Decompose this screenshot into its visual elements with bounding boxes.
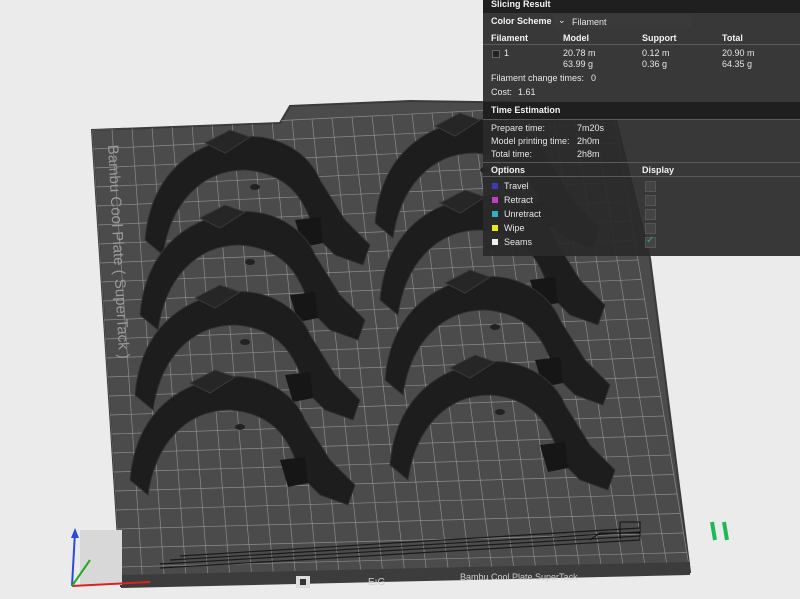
filament-color-swatch (492, 50, 500, 58)
total-weight: 64.35 g (722, 59, 753, 69)
slicing-result-title: Slicing Result (491, 0, 551, 9)
slicing-result-header: Slicing Result (483, 0, 800, 13)
support-weight: 0.36 g (642, 59, 668, 69)
plate-front-label: Bambu Cool Plate SuperTack (460, 572, 578, 582)
column-filament: Filament (491, 33, 529, 43)
wipe-color-swatch (492, 225, 498, 231)
seams-label: Seams (504, 237, 533, 247)
origin-corner (80, 530, 122, 585)
total-time-label: Total time: (491, 149, 533, 159)
filament-id: 1 (504, 48, 510, 58)
model-printing-time-label: Model printing time: (491, 136, 570, 146)
checkmark-icon: ✓ (646, 235, 655, 246)
prepare-time-value: 7m20s (577, 123, 605, 133)
options-title: Options (491, 165, 525, 175)
color-scheme-dropdown[interactable]: ⌄ Filament (554, 14, 692, 29)
seams-checkbox[interactable]: ✓ (645, 235, 656, 248)
time-estimation-title: Time Estimation (491, 105, 561, 115)
pause-icon[interactable] (710, 521, 729, 541)
total-length: 20.90 m (722, 48, 755, 58)
color-scheme-value: Filament (572, 17, 607, 27)
travel-checkbox[interactable] (645, 181, 656, 192)
retract-checkbox[interactable] (645, 195, 656, 206)
wipe-label: Wipe (504, 223, 525, 233)
cost-label: Cost: (491, 87, 513, 97)
unretract-checkbox[interactable] (645, 209, 656, 220)
column-model: Model (563, 33, 589, 43)
seams-color-swatch (492, 239, 498, 245)
retract-color-swatch (492, 197, 498, 203)
column-total: Total (722, 33, 743, 43)
total-time-value: 2h8m (577, 149, 600, 159)
slicing-result-panel: Slicing Result Color Scheme ⌄ Filament F… (483, 0, 800, 256)
unretract-label: Unretract (504, 209, 542, 219)
model-length: 20.78 m (563, 48, 596, 58)
display-column-label: Display (642, 165, 675, 175)
color-scheme-label: Color Scheme (491, 16, 552, 26)
model-weight: 63.99 g (563, 59, 594, 69)
prepare-time-label: Prepare time: (491, 123, 546, 133)
filament-change-value: 0 (591, 73, 597, 83)
model-printing-time-value: 2h0m (577, 136, 600, 146)
travel-label: Travel (504, 181, 529, 191)
retract-label: Retract (504, 195, 534, 205)
plate-front-code: EıG (368, 577, 385, 588)
unretract-color-swatch (492, 211, 498, 217)
support-length: 0.12 m (642, 48, 670, 58)
wipe-checkbox[interactable] (645, 223, 656, 234)
travel-color-swatch (492, 183, 498, 189)
time-estimation-header: Time Estimation (483, 102, 800, 119)
column-support: Support (642, 33, 677, 43)
chevron-down-icon: ⌄ (558, 15, 566, 25)
cost-value: 1.61 (518, 87, 536, 97)
filament-change-label: Filament change times: (491, 73, 585, 83)
